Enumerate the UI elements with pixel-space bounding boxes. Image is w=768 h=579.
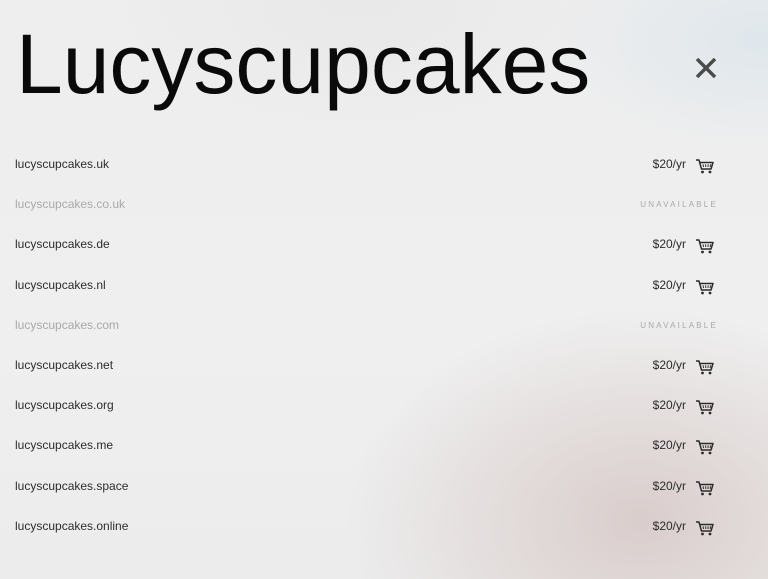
- add-to-cart-button[interactable]: [695, 439, 715, 455]
- domain-name: lucyscupcakes.net: [15, 357, 114, 372]
- add-to-cart-button[interactable]: [695, 238, 715, 254]
- domain-row: lucyscupcakes.uk $20/yr: [0, 145, 768, 185]
- domain-row: lucyscupcakes.co.uk UNAVAILABLE: [0, 185, 768, 225]
- domain-results-list: lucyscupcakes.uk $20/yr lucyscupcakes.co…: [0, 145, 768, 547]
- domain-row: lucyscupcakes.space $20/yr: [0, 467, 768, 507]
- cart-icon: [696, 480, 714, 495]
- domain-price: $20/yr: [652, 518, 686, 533]
- cart-icon: [696, 279, 714, 294]
- cart-icon: [696, 520, 714, 536]
- page-title: Lucyscupcakes: [16, 17, 591, 111]
- cart-icon: [696, 239, 714, 254]
- domain-price: $20/yr: [652, 438, 686, 453]
- add-to-cart-button[interactable]: [695, 480, 715, 496]
- domain-name: lucyscupcakes.nl: [15, 277, 106, 292]
- domain-price: $20/yr: [652, 478, 686, 493]
- close-button[interactable]: [692, 54, 720, 82]
- cart-icon: [696, 159, 714, 174]
- domain-name: lucyscupcakes.co.uk: [15, 197, 126, 212]
- add-to-cart-button[interactable]: [695, 359, 715, 375]
- domain-row: lucyscupcakes.me $20/yr: [0, 426, 768, 466]
- domain-price: $20/yr: [652, 357, 686, 372]
- add-to-cart-button[interactable]: [695, 520, 715, 536]
- domain-row: lucyscupcakes.online $20/yr: [0, 507, 768, 547]
- unavailable-label: UNAVAILABLE: [640, 200, 718, 210]
- domain-price: $20/yr: [652, 277, 686, 292]
- domain-name: lucyscupcakes.org: [15, 398, 114, 413]
- cart-icon: [696, 360, 714, 375]
- domain-row: lucyscupcakes.org $20/yr: [0, 386, 768, 426]
- add-to-cart-button[interactable]: [695, 279, 715, 295]
- cart-icon: [696, 400, 714, 415]
- domain-name: lucyscupcakes.de: [15, 237, 110, 252]
- domain-name: lucyscupcakes.space: [15, 478, 129, 493]
- domain-row: lucyscupcakes.de $20/yr: [0, 225, 768, 265]
- domain-row: lucyscupcakes.nl $20/yr: [0, 266, 768, 306]
- close-icon: [695, 57, 717, 79]
- domain-price: $20/yr: [652, 157, 686, 171]
- domain-name: lucyscupcakes.me: [15, 438, 114, 453]
- add-to-cart-button[interactable]: [695, 399, 715, 415]
- add-to-cart-button[interactable]: [695, 158, 715, 174]
- cart-icon: [696, 440, 714, 455]
- domain-price: $20/yr: [652, 237, 686, 252]
- domain-name: lucyscupcakes.online: [15, 518, 129, 533]
- domain-name: lucyscupcakes.uk: [15, 157, 110, 171]
- domain-row: lucyscupcakes.com UNAVAILABLE: [0, 306, 768, 346]
- domain-row: lucyscupcakes.net $20/yr: [0, 346, 768, 386]
- domain-price: $20/yr: [652, 398, 686, 413]
- unavailable-label: UNAVAILABLE: [640, 320, 718, 330]
- domain-name: lucyscupcakes.com: [15, 317, 120, 332]
